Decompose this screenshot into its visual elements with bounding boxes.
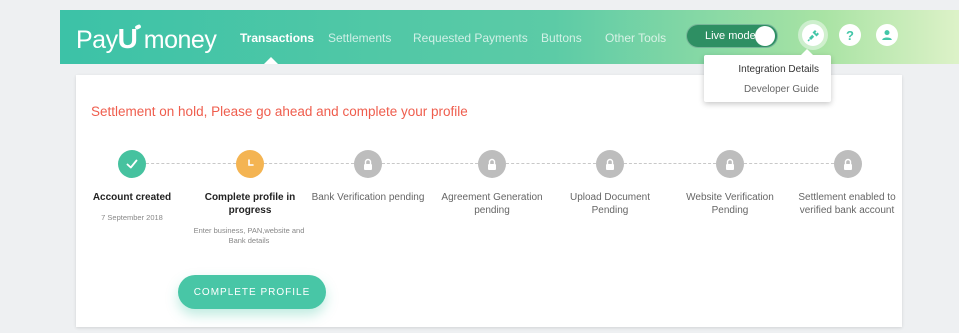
step-account-created bbox=[118, 150, 146, 178]
help-icon: ? bbox=[846, 27, 854, 43]
step-website-verification bbox=[716, 150, 744, 178]
step-title: Upload Document Pending bbox=[569, 192, 651, 216]
step-date: 7 September 2018 bbox=[101, 213, 163, 222]
lock-icon bbox=[726, 158, 734, 170]
step-connector bbox=[146, 163, 236, 164]
step-connector bbox=[624, 163, 716, 164]
toggle-knob bbox=[755, 26, 775, 46]
integration-button[interactable] bbox=[802, 24, 824, 46]
menu-item-developer-guide[interactable]: Developer Guide bbox=[744, 84, 819, 95]
step-connector bbox=[744, 163, 834, 164]
step-description: Enter business, PAN,website and Bank det… bbox=[193, 226, 305, 245]
step-title: Agreement Generation pending bbox=[441, 192, 543, 216]
logo-text-money: money bbox=[143, 26, 217, 54]
menu-item-integration-details[interactable]: Integration Details bbox=[738, 64, 819, 75]
payumoney-logo[interactable]: PayU money bbox=[76, 23, 217, 55]
step-title: Website Verification Pending bbox=[686, 192, 774, 216]
check-icon bbox=[126, 159, 138, 169]
settlement-hold-notice: Settlement on hold, Please go ahead and … bbox=[91, 104, 468, 119]
live-mode-toggle[interactable]: Live mode bbox=[686, 24, 778, 48]
complete-profile-button[interactable]: COMPLETE PROFILE bbox=[178, 275, 326, 309]
profile-progress-card: Settlement on hold, Please go ahead and … bbox=[76, 75, 902, 327]
step-agreement-generation bbox=[478, 150, 506, 178]
profile-button[interactable] bbox=[876, 24, 898, 46]
step-upload-document bbox=[596, 150, 624, 178]
live-mode-label: Live mode bbox=[705, 30, 756, 42]
lock-icon bbox=[844, 158, 852, 170]
plug-icon bbox=[807, 29, 819, 41]
user-icon bbox=[882, 30, 892, 40]
nav-requested-payments[interactable]: Requested Payments bbox=[413, 31, 528, 45]
step-title: Settlement enabled to verified bank acco… bbox=[798, 192, 896, 216]
nav-settlements[interactable]: Settlements bbox=[328, 31, 391, 45]
step-connector bbox=[382, 163, 478, 164]
nav-other-tools[interactable]: Other Tools bbox=[605, 31, 666, 45]
nav-buttons[interactable]: Buttons bbox=[541, 31, 582, 45]
step-settlement-enabled bbox=[834, 150, 862, 178]
nav-transactions[interactable]: Transactions bbox=[240, 31, 314, 45]
logo-text-pay: Pay bbox=[76, 26, 118, 54]
active-nav-caret bbox=[264, 57, 278, 64]
integration-dropdown-menu: Integration Details Developer Guide bbox=[704, 49, 831, 102]
step-title: Complete profile in progress bbox=[204, 192, 296, 216]
step-connector bbox=[264, 163, 354, 164]
help-button[interactable]: ? bbox=[839, 24, 861, 46]
lock-icon bbox=[488, 158, 496, 170]
step-title: Account created bbox=[92, 192, 172, 203]
step-title: Bank Verification pending bbox=[311, 192, 425, 203]
lock-icon bbox=[606, 158, 614, 170]
step-complete-profile bbox=[236, 150, 264, 178]
logo-text-u: U bbox=[117, 23, 138, 54]
clock-icon bbox=[248, 159, 254, 166]
step-connector bbox=[506, 163, 596, 164]
step-bank-verification bbox=[354, 150, 382, 178]
lock-icon bbox=[364, 158, 372, 170]
